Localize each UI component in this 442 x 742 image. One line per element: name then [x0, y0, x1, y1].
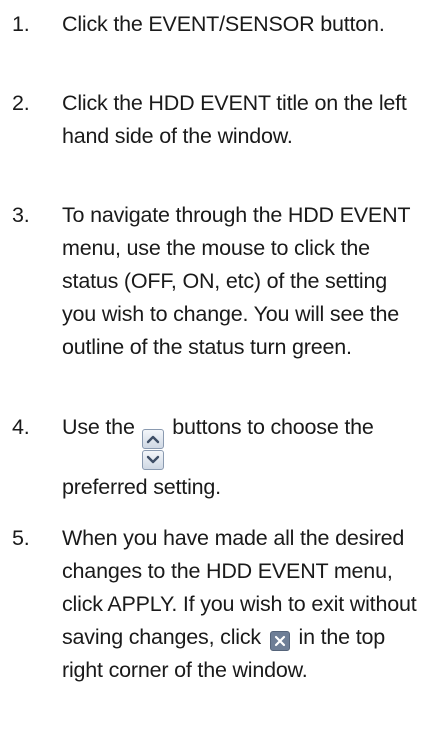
step-line: Use the buttons to choose the: [62, 411, 434, 471]
instruction-page: 1. Click the EVENT/SENSOR button. 2. Cli…: [0, 0, 442, 742]
step-text-fragment: in the top: [298, 625, 386, 649]
step-line: preferred setting.: [62, 475, 221, 499]
step-line: click APPLY. If you wish to exit without: [62, 592, 417, 616]
step-line: changes to the HDD EVENT menu,: [62, 559, 393, 583]
step-4: 4. Use the buttons to choose the preferr…: [0, 411, 442, 504]
step-text: Click the HDD EVENT title on the left ha…: [62, 87, 442, 153]
step-line: menu, use the mouse to click the: [62, 236, 370, 260]
step-text-fragment: buttons to choose the: [172, 415, 374, 439]
up-down-arrow-buttons-icon: [142, 429, 165, 471]
step-text-fragment: saving changes, click: [62, 625, 261, 649]
step-line: When you have made all the desired: [62, 526, 405, 550]
step-5: 5. When you have made all the desired ch…: [0, 522, 442, 687]
up-arrow-icon: [142, 429, 165, 449]
step-1: 1. Click the EVENT/SENSOR button.: [0, 8, 442, 41]
step-2: 2. Click the HDD EVENT title on the left…: [0, 87, 442, 153]
step-number: 3.: [12, 203, 30, 227]
step-line: you wish to change. You will see the: [62, 302, 400, 326]
step-line: outline of the status turn green.: [62, 335, 352, 359]
step-number: 1.: [12, 12, 30, 36]
step-text: To navigate through the HDD EVENT menu, …: [62, 199, 442, 364]
step-3: 3. To navigate through the HDD EVENT men…: [0, 199, 442, 364]
step-line: Click the EVENT/SENSOR button.: [62, 12, 385, 36]
step-line: right corner of the window.: [62, 658, 308, 682]
close-x-icon: [269, 631, 290, 651]
step-number: 4.: [12, 415, 30, 439]
step-line: status (OFF, ON, etc) of the setting: [62, 269, 387, 293]
step-line: To navigate through the HDD EVENT: [62, 203, 411, 227]
step-line: saving changes, click in the top: [62, 621, 434, 654]
step-text: Click the EVENT/SENSOR button.: [62, 8, 442, 41]
step-text: When you have made all the desired chang…: [62, 522, 442, 687]
step-number: 5.: [12, 526, 30, 550]
down-arrow-icon: [142, 450, 165, 470]
step-text: Use the buttons to choose the preferred …: [62, 411, 442, 504]
step-text-fragment: Use the: [62, 415, 135, 439]
step-number: 2.: [12, 91, 30, 115]
step-line: Click the HDD EVENT title on the left: [62, 91, 407, 115]
step-line: hand side of the window.: [62, 124, 293, 148]
